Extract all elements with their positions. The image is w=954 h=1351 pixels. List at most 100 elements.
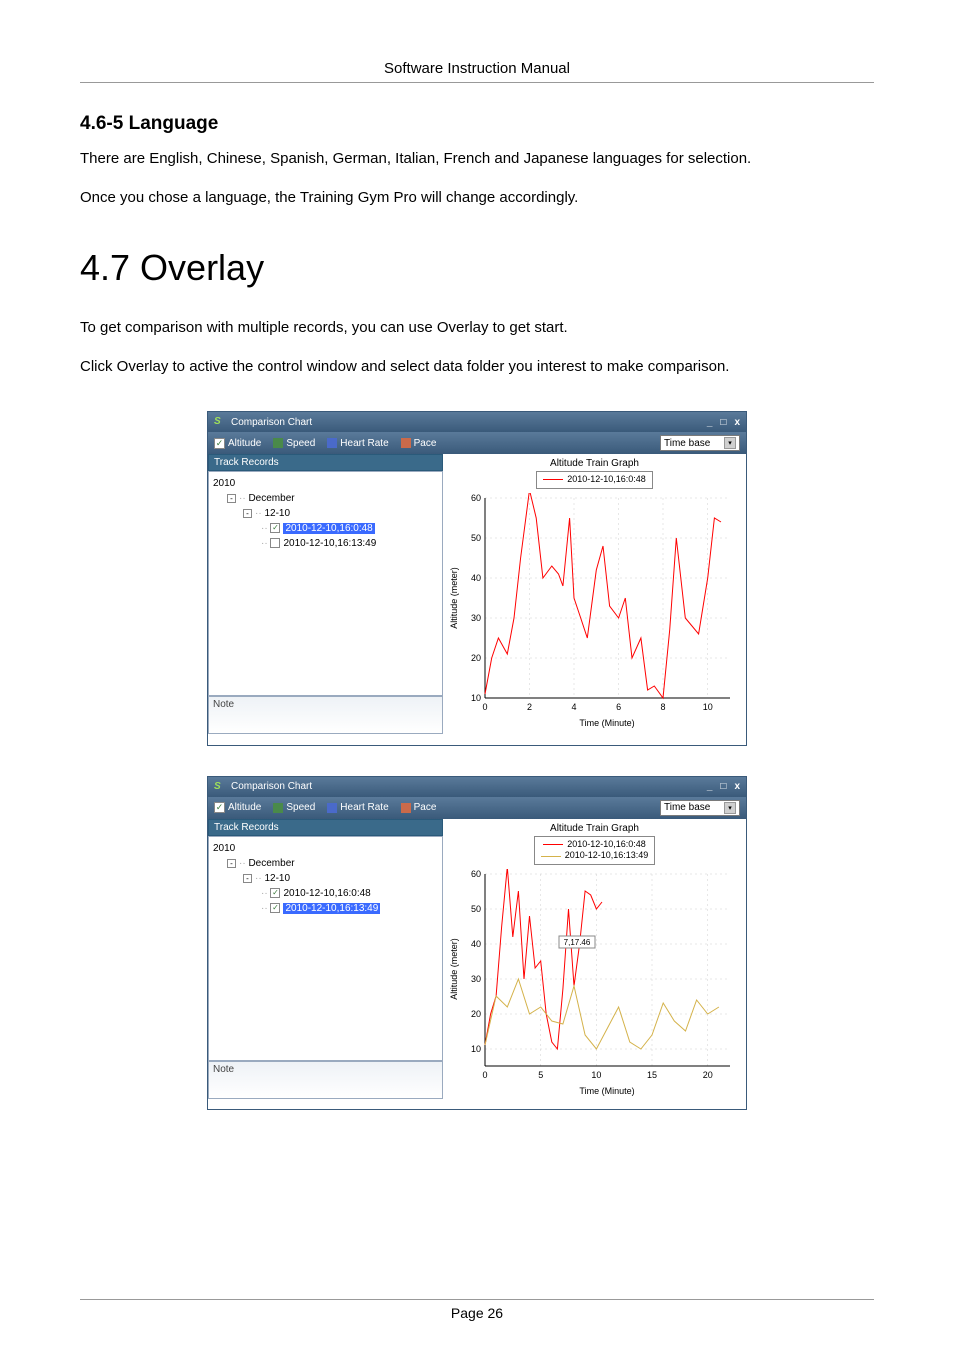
maximize-button[interactable]: □ bbox=[720, 781, 726, 792]
minimize-button[interactable]: _ bbox=[707, 781, 713, 792]
app-icon: S bbox=[214, 781, 226, 793]
tree-record-1[interactable]: ·· ✓2010-12-10,16:0:48 bbox=[213, 521, 438, 536]
altitude-label: Altitude bbox=[228, 802, 261, 813]
close-button[interactable]: x bbox=[734, 417, 740, 428]
track-records-header: Track Records bbox=[208, 819, 443, 836]
speed-label: Speed bbox=[286, 802, 315, 813]
pace-label: Pace bbox=[414, 438, 437, 449]
heartrate-label: Heart Rate bbox=[340, 802, 388, 813]
chart-legend: 2010-12-10,16:0:48 bbox=[536, 471, 653, 489]
svg-text:40: 40 bbox=[471, 573, 481, 583]
comparison-chart-window: S Comparison Chart _ □ x ✓ Altitude Spee… bbox=[207, 411, 747, 746]
track-records-tree[interactable]: 2010 -·· December -·· 12-10 ·· ✓2010-12-… bbox=[208, 471, 443, 696]
body-text: Click Overlay to active the control wind… bbox=[80, 353, 874, 382]
timebase-dropdown[interactable]: Time base ▾ bbox=[660, 435, 740, 451]
heartrate-checkbox[interactable]: Heart Rate bbox=[327, 438, 388, 449]
svg-text:Time (Minute): Time (Minute) bbox=[579, 718, 634, 728]
titlebar: S Comparison Chart _ □ x bbox=[208, 412, 746, 432]
toolbar: ✓ Altitude Speed Heart Rate Pace Time ba… bbox=[208, 797, 746, 819]
tree-month[interactable]: -·· December bbox=[213, 491, 438, 506]
tree-record-1[interactable]: ·· ✓2010-12-10,16:0:48 bbox=[213, 886, 438, 901]
chart-panel: Altitude Train Graph 2010-12-10,16:0:48 … bbox=[443, 819, 746, 1109]
svg-text:4: 4 bbox=[571, 702, 576, 712]
chevron-down-icon: ▾ bbox=[724, 437, 736, 449]
svg-text:40: 40 bbox=[471, 939, 481, 949]
section-heading: 4.6-5 Language bbox=[80, 113, 874, 135]
screenshot-2: S Comparison Chart _ □ x ✓ Altitude Spee… bbox=[80, 776, 874, 1110]
track-records-tree[interactable]: 2010 -·· December -·· 12-10 ·· ✓2010-12-… bbox=[208, 836, 443, 1061]
chevron-down-icon: ▾ bbox=[724, 802, 736, 814]
altitude-checkbox[interactable]: ✓ Altitude bbox=[214, 438, 261, 449]
timebase-dropdown[interactable]: Time base ▾ bbox=[660, 800, 740, 816]
dropdown-value: Time base bbox=[664, 802, 710, 813]
speed-checkbox[interactable]: Speed bbox=[273, 438, 315, 449]
svg-text:15: 15 bbox=[647, 1070, 657, 1080]
titlebar: S Comparison Chart _ □ x bbox=[208, 777, 746, 797]
svg-text:7,17.46: 7,17.46 bbox=[564, 938, 591, 947]
svg-text:10: 10 bbox=[471, 1044, 481, 1054]
screenshot-1: S Comparison Chart _ □ x ✓ Altitude Spee… bbox=[80, 411, 874, 746]
pace-checkbox[interactable]: Pace bbox=[401, 802, 437, 813]
svg-text:10: 10 bbox=[591, 1070, 601, 1080]
svg-text:10: 10 bbox=[703, 702, 713, 712]
svg-text:30: 30 bbox=[471, 613, 481, 623]
svg-text:10: 10 bbox=[471, 693, 481, 703]
altitude-chart-2: 10 20 30 40 50 60 0 5 10 15 20 Time (Minute) Alti… bbox=[447, 869, 742, 1107]
comparison-chart-window: S Comparison Chart _ □ x ✓ Altitude Spee… bbox=[207, 776, 747, 1110]
svg-text:60: 60 bbox=[471, 869, 481, 879]
tree-record-2[interactable]: ·· 2010-12-10,16:13:49 bbox=[213, 536, 438, 551]
track-records-header: Track Records bbox=[208, 454, 443, 471]
tree-month[interactable]: -·· December bbox=[213, 856, 438, 871]
altitude-chart-1: 10 20 30 40 50 60 0 2 4 6 8 10 Time (Minute) Altit… bbox=[447, 493, 742, 743]
altitude-label: Altitude bbox=[228, 438, 261, 449]
svg-text:50: 50 bbox=[471, 533, 481, 543]
tree-year[interactable]: 2010 bbox=[213, 476, 438, 491]
svg-text:60: 60 bbox=[471, 493, 481, 503]
heartrate-label: Heart Rate bbox=[340, 438, 388, 449]
chapter-heading: 4.7 Overlay bbox=[80, 247, 874, 289]
tree-record-2[interactable]: ·· ✓2010-12-10,16:13:49 bbox=[213, 901, 438, 916]
tree-year[interactable]: 2010 bbox=[213, 841, 438, 856]
maximize-button[interactable]: □ bbox=[720, 417, 726, 428]
body-text: There are English, Chinese, Spanish, Ger… bbox=[80, 145, 874, 174]
svg-text:6: 6 bbox=[616, 702, 621, 712]
page-footer: Page 26 bbox=[80, 1299, 874, 1321]
chart-title: Altitude Train Graph bbox=[447, 823, 742, 834]
svg-text:20: 20 bbox=[471, 1009, 481, 1019]
close-button[interactable]: x bbox=[734, 781, 740, 792]
svg-text:Altitude (meter): Altitude (meter) bbox=[449, 567, 459, 629]
speed-checkbox[interactable]: Speed bbox=[273, 802, 315, 813]
pace-label: Pace bbox=[414, 802, 437, 813]
svg-text:50: 50 bbox=[471, 904, 481, 914]
dropdown-value: Time base bbox=[664, 438, 710, 449]
chart-panel: Altitude Train Graph 2010-12-10,16:0:48 bbox=[443, 454, 746, 745]
svg-text:Altitude (meter): Altitude (meter) bbox=[449, 938, 459, 1000]
heartrate-checkbox[interactable]: Heart Rate bbox=[327, 802, 388, 813]
speed-label: Speed bbox=[286, 438, 315, 449]
svg-text:20: 20 bbox=[471, 653, 481, 663]
svg-text:5: 5 bbox=[538, 1070, 543, 1080]
window-title: Comparison Chart bbox=[231, 781, 312, 792]
page-header: Software Instruction Manual bbox=[80, 60, 874, 83]
pace-checkbox[interactable]: Pace bbox=[401, 438, 437, 449]
svg-text:0: 0 bbox=[482, 702, 487, 712]
svg-text:2: 2 bbox=[527, 702, 532, 712]
note-panel: Note bbox=[208, 696, 443, 734]
chart-legend: 2010-12-10,16:0:48 2010-12-10,16:13:49 bbox=[534, 836, 656, 865]
minimize-button[interactable]: _ bbox=[707, 417, 713, 428]
body-text: Once you chose a language, the Training … bbox=[80, 184, 874, 213]
svg-text:0: 0 bbox=[482, 1070, 487, 1080]
tree-day[interactable]: -·· 12-10 bbox=[213, 506, 438, 521]
toolbar: ✓ Altitude Speed Heart Rate Pace Time ba… bbox=[208, 432, 746, 454]
altitude-checkbox[interactable]: ✓ Altitude bbox=[214, 802, 261, 813]
app-icon: S bbox=[214, 416, 226, 428]
tree-day[interactable]: -·· 12-10 bbox=[213, 871, 438, 886]
note-panel: Note bbox=[208, 1061, 443, 1099]
svg-text:20: 20 bbox=[703, 1070, 713, 1080]
chart-title: Altitude Train Graph bbox=[447, 458, 742, 469]
window-title: Comparison Chart bbox=[231, 417, 312, 428]
body-text: To get comparison with multiple records,… bbox=[80, 314, 874, 343]
svg-text:Time (Minute): Time (Minute) bbox=[579, 1086, 634, 1096]
svg-text:30: 30 bbox=[471, 974, 481, 984]
svg-text:8: 8 bbox=[660, 702, 665, 712]
